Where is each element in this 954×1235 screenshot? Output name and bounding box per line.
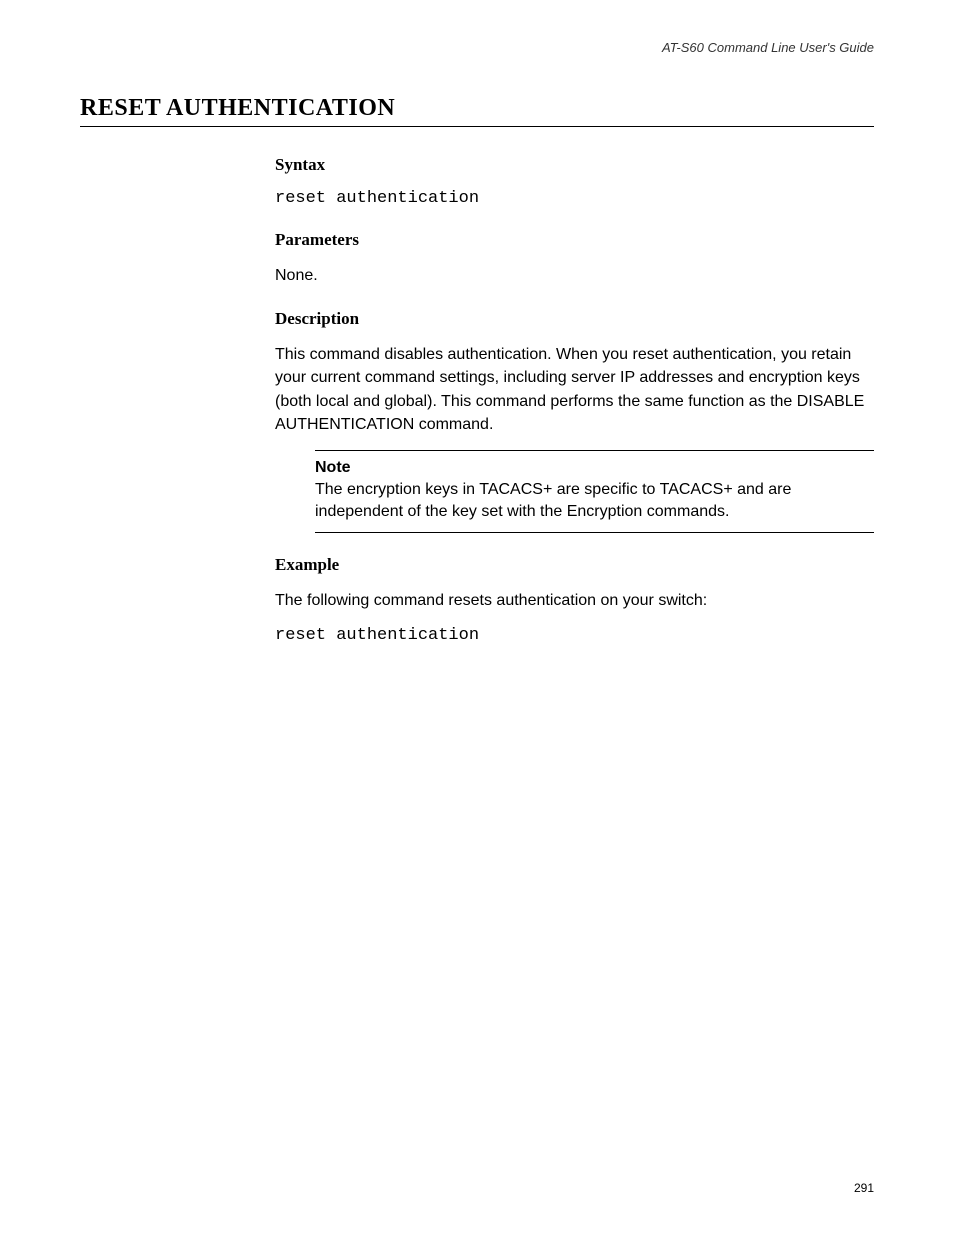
note-box: Note The encryption keys in TACACS+ are …	[315, 450, 874, 533]
example-heading: Example	[275, 555, 874, 575]
page-number: 291	[854, 1181, 874, 1195]
example-code: reset authentication	[275, 626, 874, 645]
example-text: The following command resets authenticat…	[275, 589, 874, 612]
description-heading: Description	[275, 309, 874, 329]
page-title: RESET AUTHENTICATION	[80, 95, 874, 127]
note-body: The encryption keys in TACACS+ are speci…	[315, 479, 874, 524]
header-guide-title: AT-S60 Command Line User's Guide	[80, 40, 874, 55]
parameters-heading: Parameters	[275, 230, 874, 250]
syntax-code: reset authentication	[275, 189, 874, 208]
parameters-text: None.	[275, 264, 874, 287]
description-text: This command disables authentication. Wh…	[275, 343, 874, 436]
content-area: Syntax reset authentication Parameters N…	[275, 155, 874, 645]
syntax-heading: Syntax	[275, 155, 874, 175]
note-title: Note	[315, 459, 874, 477]
